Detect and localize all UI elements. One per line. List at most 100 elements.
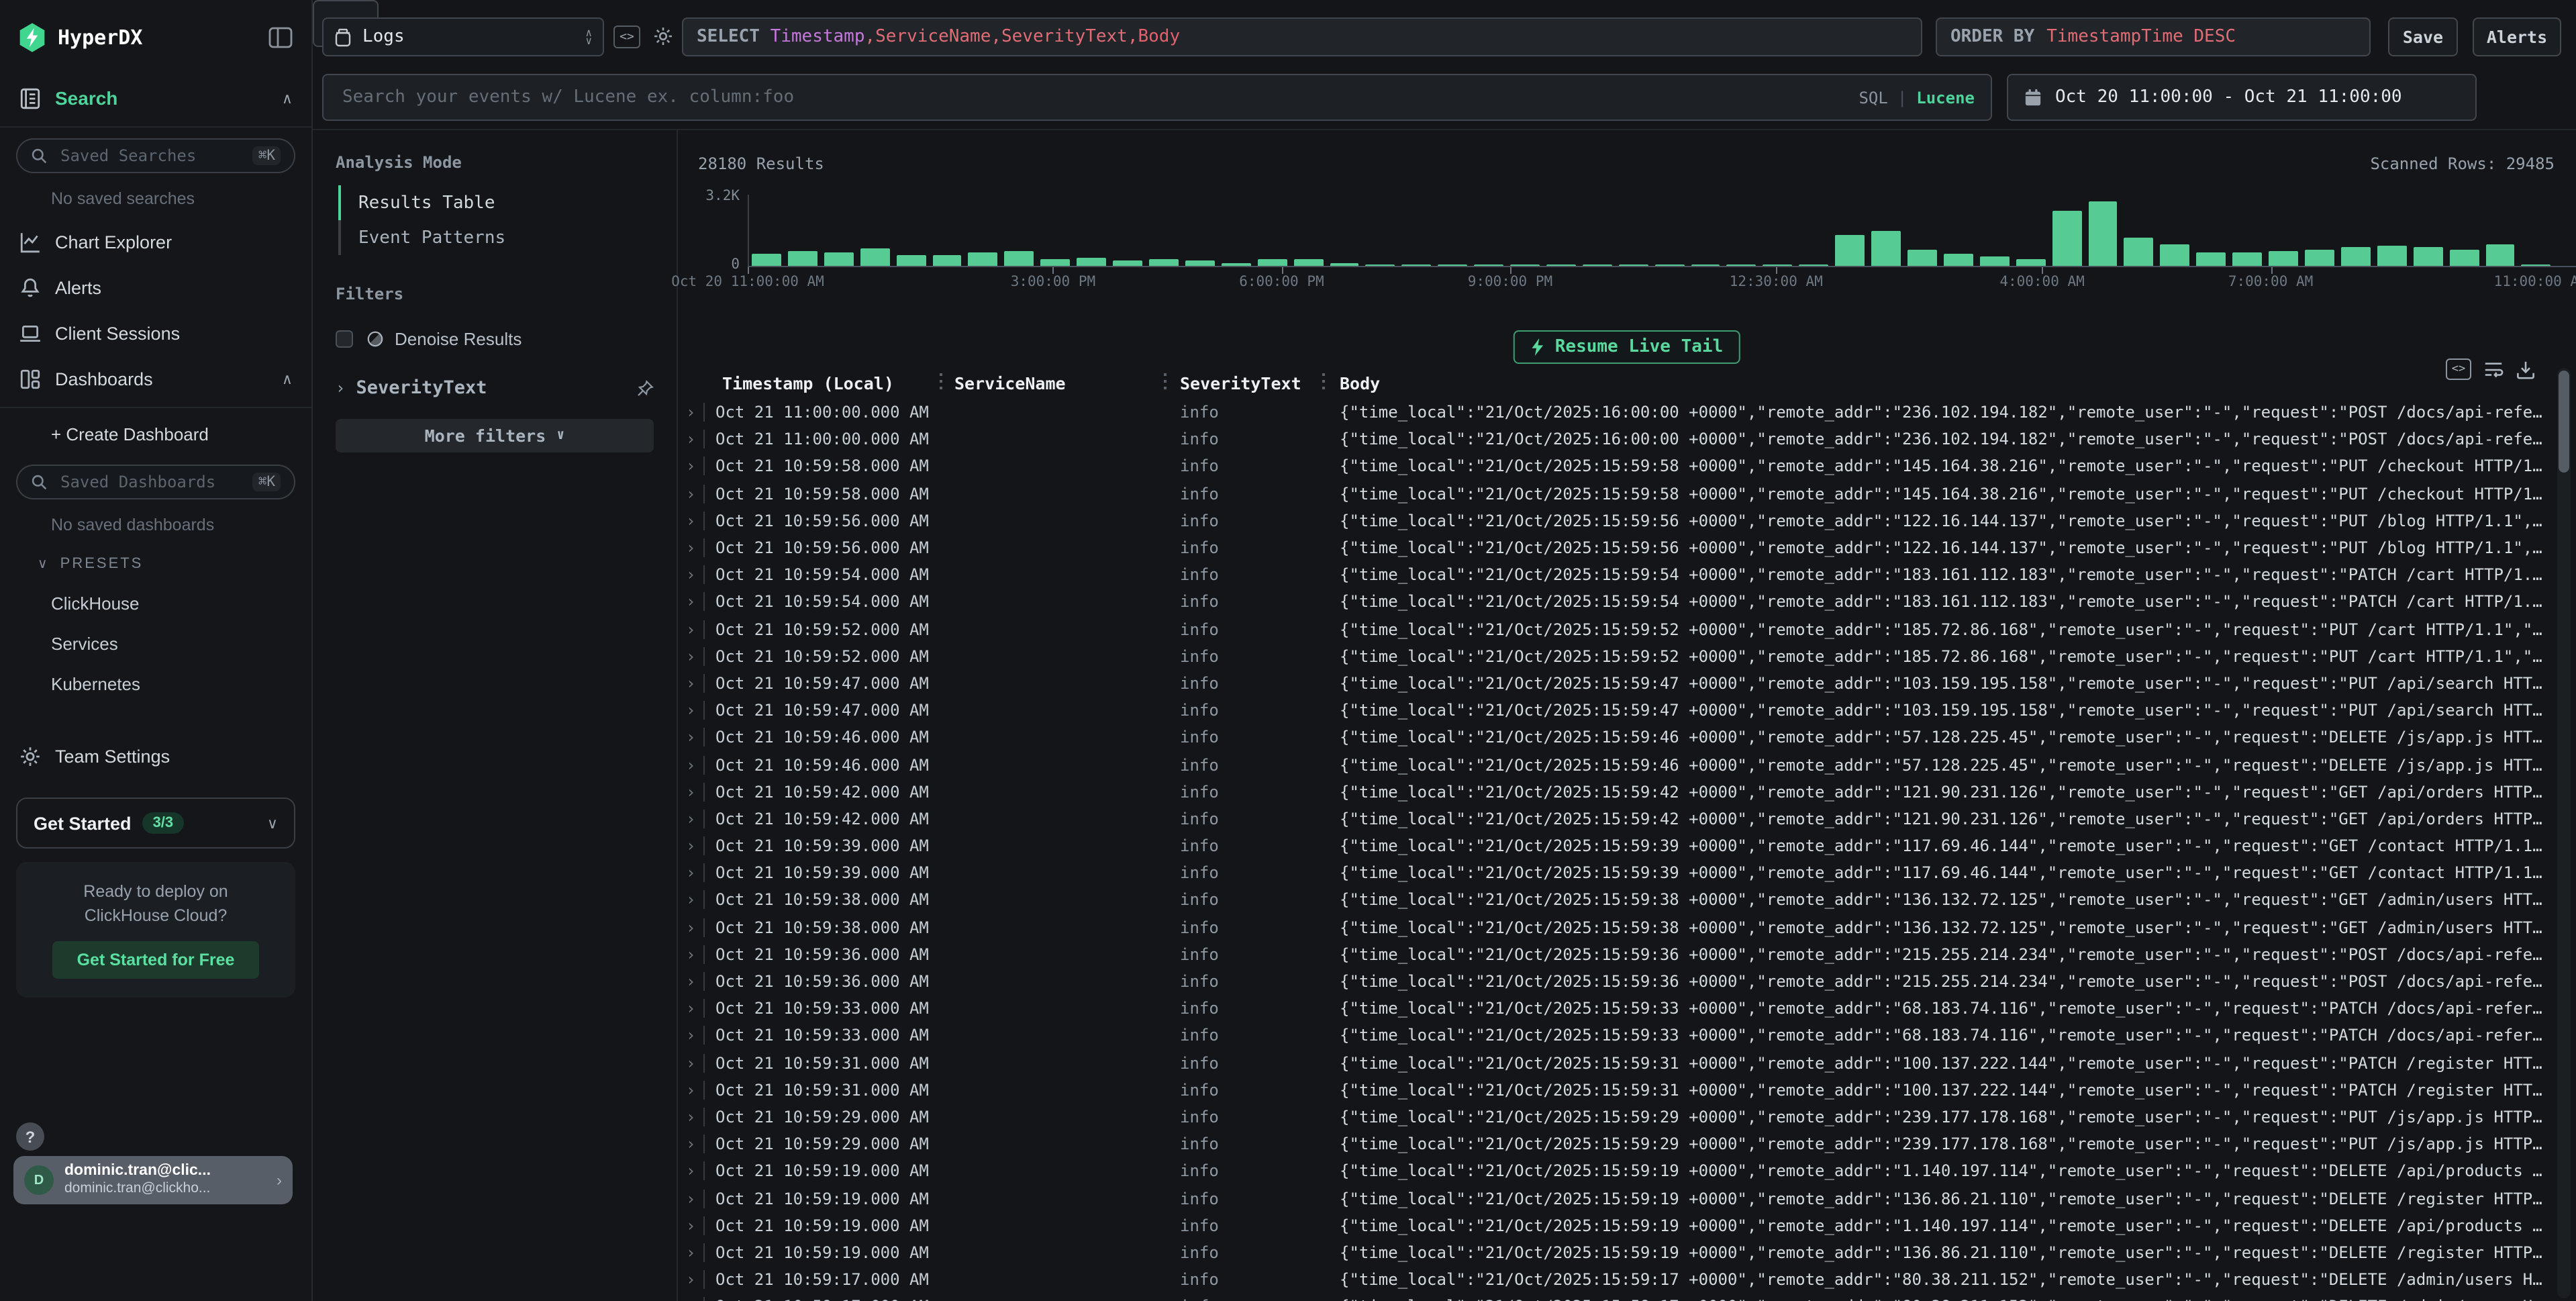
histogram-bar[interactable] xyxy=(2088,201,2118,266)
create-dashboard-button[interactable]: + Create Dashboard xyxy=(0,414,311,454)
denoise-results-toggle[interactable]: Denoise Results xyxy=(313,322,677,354)
log-row[interactable]: ›Oct 21 10:59:46.000 AMinfo{"time_local"… xyxy=(678,724,2550,751)
row-expand-chevron-icon[interactable]: › xyxy=(678,1162,703,1181)
saved-dashboards-input[interactable]: ⌘K xyxy=(16,465,295,499)
histogram-bar[interactable] xyxy=(1871,232,1901,266)
histogram-bar[interactable] xyxy=(2377,245,2407,266)
preset-item-services[interactable]: Services xyxy=(0,623,311,663)
histogram-bar[interactable] xyxy=(2485,245,2515,266)
log-row[interactable]: ›Oct 21 10:59:54.000 AMinfo{"time_local"… xyxy=(678,561,2550,588)
log-row[interactable]: ›Oct 21 10:59:54.000 AMinfo{"time_local"… xyxy=(678,589,2550,616)
save-button[interactable]: Save xyxy=(2388,17,2458,56)
log-row[interactable]: ›Oct 21 10:59:29.000 AMinfo{"time_local"… xyxy=(678,1130,2550,1157)
row-expand-chevron-icon[interactable]: › xyxy=(678,620,703,638)
row-expand-chevron-icon[interactable]: › xyxy=(678,864,703,883)
sidebar-item-team-settings[interactable]: Team Settings xyxy=(0,733,311,779)
scrollbar-thumb[interactable] xyxy=(2559,371,2569,473)
source-select[interactable]: Logs ∧∨ xyxy=(322,17,604,56)
row-expand-chevron-icon[interactable]: › xyxy=(678,1298,703,1301)
download-icon[interactable] xyxy=(2516,359,2536,379)
order-by-input[interactable]: ORDER BY TimestampTime DESC xyxy=(1936,17,2371,56)
mode-event-patterns[interactable]: Event Patterns xyxy=(338,220,677,255)
language-lucene-option[interactable]: Lucene xyxy=(1916,88,1975,107)
row-expand-chevron-icon[interactable]: › xyxy=(678,918,703,936)
histogram-bar[interactable] xyxy=(2197,252,2226,266)
log-row[interactable]: ›Oct 21 10:59:39.000 AMinfo{"time_local"… xyxy=(678,859,2550,886)
log-row[interactable]: ›Oct 21 10:59:58.000 AMinfo{"time_local"… xyxy=(678,480,2550,507)
log-row[interactable]: ›Oct 21 10:59:56.000 AMinfo{"time_local"… xyxy=(678,534,2550,561)
log-row[interactable]: ›Oct 21 10:59:38.000 AMinfo{"time_local"… xyxy=(678,887,2550,914)
histogram-bar[interactable] xyxy=(1257,260,1287,266)
log-row[interactable]: ›Oct 21 10:59:19.000 AMinfo{"time_local"… xyxy=(678,1212,2550,1239)
log-row[interactable]: ›Oct 21 10:59:52.000 AMinfo{"time_local"… xyxy=(678,616,2550,642)
row-expand-chevron-icon[interactable]: › xyxy=(678,755,703,774)
search-events-field[interactable] xyxy=(340,86,1859,109)
histogram-bar[interactable] xyxy=(1185,261,1215,266)
log-row[interactable]: ›Oct 21 10:59:17.000 AMinfo{"time_local"… xyxy=(678,1266,2550,1293)
histogram-bar[interactable] xyxy=(2052,210,2081,266)
date-range-picker[interactable]: Oct 20 11:00:00 - Oct 21 11:00:00 xyxy=(2007,74,2477,121)
language-sql-option[interactable]: SQL xyxy=(1859,88,1887,107)
log-row[interactable]: ›Oct 21 10:59:29.000 AMinfo{"time_local"… xyxy=(678,1104,2550,1130)
histogram-bar[interactable] xyxy=(1041,258,1071,266)
search-events-input[interactable]: SQL | Lucene xyxy=(322,74,1992,121)
row-expand-chevron-icon[interactable]: › xyxy=(678,1189,703,1208)
row-expand-chevron-icon[interactable]: › xyxy=(678,945,703,964)
row-expand-chevron-icon[interactable]: › xyxy=(678,972,703,991)
mode-results-table[interactable]: Results Table xyxy=(338,185,677,220)
histogram-bar[interactable] xyxy=(2305,250,2334,266)
facet-severitytext[interactable]: › SeverityText xyxy=(313,371,677,405)
log-row[interactable]: ›Oct 21 10:59:36.000 AMinfo{"time_local"… xyxy=(678,968,2550,995)
view-source-code-icon[interactable]: <> xyxy=(2446,358,2471,380)
histogram-bar[interactable] xyxy=(896,254,926,266)
row-expand-chevron-icon[interactable]: › xyxy=(678,1108,703,1126)
row-expand-chevron-icon[interactable]: › xyxy=(678,782,703,801)
chevron-right-icon[interactable]: › xyxy=(336,379,345,397)
wrap-lines-icon[interactable] xyxy=(2483,359,2504,379)
log-row[interactable]: ›Oct 21 10:59:39.000 AMinfo{"time_local"… xyxy=(678,832,2550,859)
histogram-bar[interactable] xyxy=(1944,254,1973,266)
table-scrollbar[interactable] xyxy=(2557,368,2571,1298)
log-row[interactable]: ›Oct 21 10:59:31.000 AMinfo{"time_local"… xyxy=(678,1049,2550,1076)
column-header-timestamp[interactable]: Timestamp (Local) xyxy=(703,373,946,393)
log-row[interactable]: ›Oct 21 10:59:42.000 AMinfo{"time_local"… xyxy=(678,778,2550,805)
pin-icon[interactable] xyxy=(636,379,654,397)
histogram-bar[interactable] xyxy=(2124,238,2154,266)
chevron-up-icon[interactable]: ∧ xyxy=(282,370,293,387)
log-row[interactable]: ›Oct 21 10:59:33.000 AMinfo{"time_local"… xyxy=(678,995,2550,1022)
histogram-bar[interactable] xyxy=(2016,258,2045,266)
column-resize-handle[interactable] xyxy=(1164,373,1167,391)
row-expand-chevron-icon[interactable]: › xyxy=(678,999,703,1018)
log-row[interactable]: ›Oct 21 10:59:47.000 AMinfo{"time_local"… xyxy=(678,697,2550,724)
preset-item-kubernetes[interactable]: Kubernetes xyxy=(0,663,311,704)
histogram-bar[interactable] xyxy=(2341,247,2371,266)
saved-dashboards-field[interactable] xyxy=(58,471,253,493)
help-button[interactable]: ? xyxy=(16,1122,44,1151)
log-row[interactable]: ›Oct 21 10:59:47.000 AMinfo{"time_local"… xyxy=(678,670,2550,697)
get-started-free-button[interactable]: Get Started for Free xyxy=(53,941,259,979)
row-expand-chevron-icon[interactable]: › xyxy=(678,1026,703,1045)
row-expand-chevron-icon[interactable]: › xyxy=(678,1135,703,1153)
select-clause-input[interactable]: SELECT Timestamp,ServiceName,SeverityTex… xyxy=(682,17,1922,56)
log-row[interactable]: ›Oct 21 10:59:33.000 AMinfo{"time_local"… xyxy=(678,1022,2550,1049)
preset-item-clickhouse[interactable]: ClickHouse xyxy=(0,583,311,623)
row-expand-chevron-icon[interactable]: › xyxy=(678,647,703,666)
sql-editor-toggle-button[interactable]: <> xyxy=(613,26,640,48)
histogram-bar[interactable] xyxy=(932,256,962,266)
histogram-bar[interactable] xyxy=(969,252,998,266)
log-row[interactable]: ›Oct 21 10:59:46.000 AMinfo{"time_local"… xyxy=(678,751,2550,778)
histogram-bar[interactable] xyxy=(2413,247,2442,266)
chevron-down-icon[interactable]: ∨ xyxy=(267,814,278,832)
denoise-checkbox[interactable] xyxy=(336,330,353,347)
saved-searches-field[interactable] xyxy=(58,145,253,166)
row-expand-chevron-icon[interactable]: › xyxy=(678,701,703,720)
column-resize-handle[interactable] xyxy=(1322,373,1325,391)
column-resize-handle[interactable] xyxy=(940,373,942,391)
sidebar-item-chart-explorer[interactable]: Chart Explorer xyxy=(0,219,311,264)
row-expand-chevron-icon[interactable]: › xyxy=(678,810,703,828)
sidebar-item-dashboards[interactable]: Dashboards ∧ xyxy=(0,356,311,401)
log-row[interactable]: ›Oct 21 10:59:31.000 AMinfo{"time_local"… xyxy=(678,1076,2550,1103)
sidebar-item-search[interactable]: Search ∧ xyxy=(0,75,311,121)
histogram-bar[interactable] xyxy=(2161,245,2190,266)
sidebar-item-client-sessions[interactable]: Client Sessions xyxy=(0,310,311,356)
